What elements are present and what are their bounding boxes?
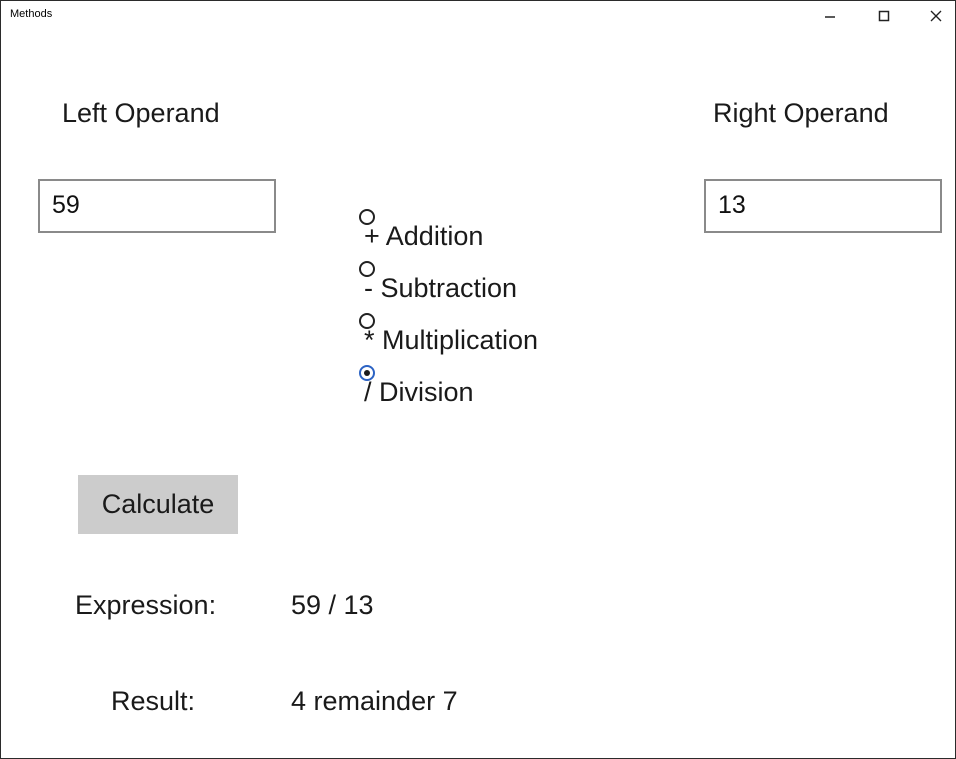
calculate-button[interactable]: Calculate [78, 475, 238, 534]
app-window: Methods Left Operand Right Operand 59 13… [0, 0, 956, 759]
maximize-button[interactable] [861, 1, 907, 31]
minimize-button[interactable] [807, 1, 853, 31]
window-title: Methods [10, 8, 53, 20]
left-operand-input[interactable]: 59 [38, 179, 276, 233]
maximize-icon [878, 10, 890, 22]
expression-value: 59 / 13 [291, 590, 374, 620]
left-operand-label: Left Operand [62, 98, 220, 128]
result-value: 4 remainder 7 [291, 686, 458, 716]
radio-division[interactable]: / Division [356, 363, 656, 415]
expression-label: Expression: [75, 590, 217, 620]
radio-label-multiplication: * Multiplication [364, 325, 539, 355]
close-icon [930, 10, 942, 22]
minimize-icon [825, 16, 835, 18]
close-button[interactable] [913, 1, 956, 31]
operator-radio-group: + Addition - Subtraction * Multiplicatio… [356, 207, 656, 415]
right-operand-input[interactable]: 13 [704, 179, 942, 233]
title-bar[interactable]: Methods [1, 1, 955, 31]
radio-label-subtraction: - Subtraction [364, 273, 518, 303]
result-label: Result: [111, 686, 196, 716]
radio-subtraction[interactable]: - Subtraction [356, 259, 656, 311]
radio-multiplication[interactable]: * Multiplication [356, 311, 656, 363]
radio-addition[interactable]: + Addition [356, 207, 656, 259]
radio-label-addition: + Addition [364, 221, 484, 251]
radio-label-division: / Division [364, 377, 474, 407]
right-operand-label: Right Operand [713, 98, 889, 128]
